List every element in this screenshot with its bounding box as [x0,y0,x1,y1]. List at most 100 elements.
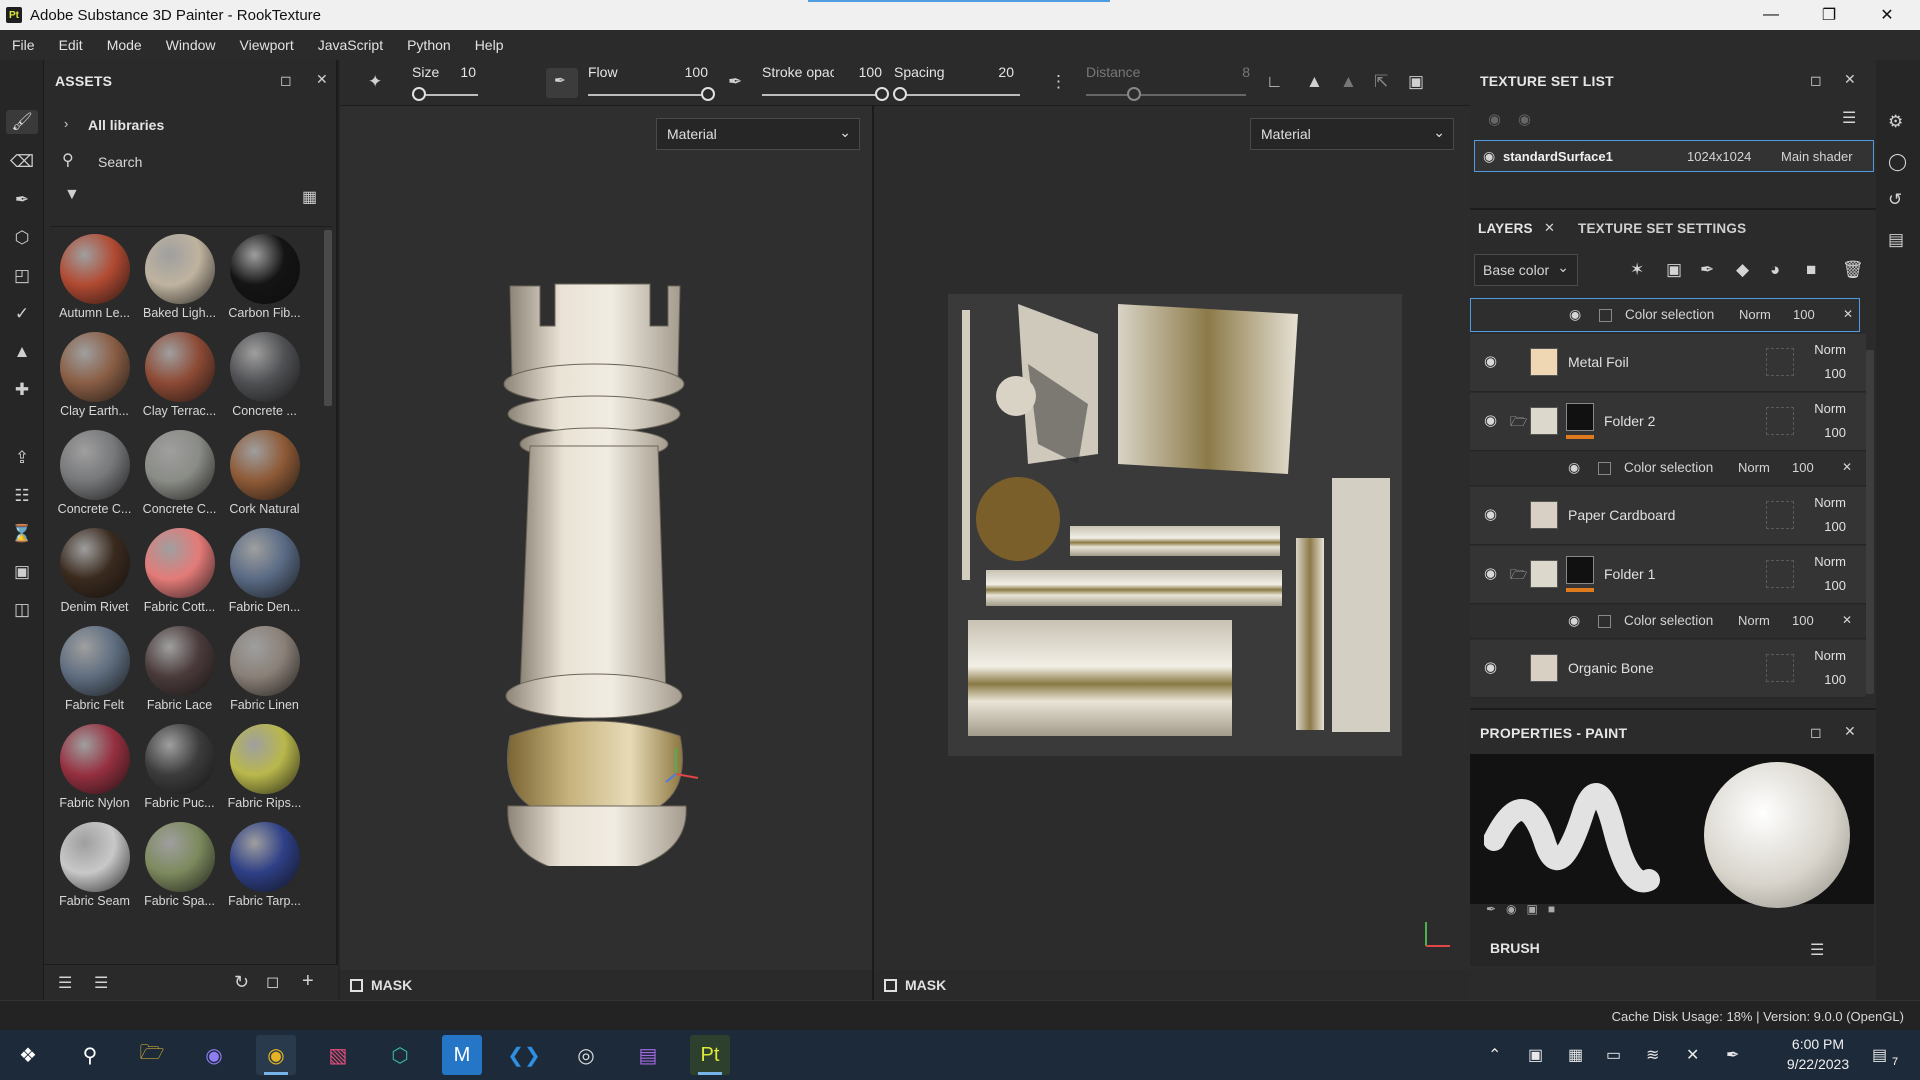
eye-icon[interactable]: ◉ [1568,612,1580,629]
projection-icon[interactable]: ✒ [10,188,34,212]
mute-icon[interactable]: ✕ [1686,1045,1699,1065]
opacity-value[interactable]: 100 [1824,519,1846,534]
polygon-fill-icon[interactable]: ◰ [10,264,34,288]
smart-material-icon[interactable]: ◕ [1770,260,1780,280]
opacity-value[interactable]: 100 [1824,366,1846,381]
blend-mode[interactable]: Norm [1814,495,1846,510]
search-input[interactable]: Search [98,154,318,170]
distance-slider-knob[interactable] [1127,87,1141,101]
blend-mode[interactable]: Norm [1738,460,1770,475]
close-assets-icon[interactable]: ✕ [316,71,328,88]
distance-value[interactable]: 8 [1210,64,1250,80]
asset-tile[interactable]: Fabric Lace [137,620,222,718]
mask-checkbox-3d[interactable] [350,978,363,992]
list-view-icon[interactable]: ☰ [58,973,72,993]
chevron-right-icon[interactable]: › [64,116,68,131]
search-icon[interactable]: ⚲ [70,1035,110,1075]
asset-tile[interactable]: Denim Rivet [52,522,137,620]
file-explorer-icon[interactable]: 🗁 [132,1035,172,1075]
brush-tool-icons[interactable]: ✒ ◉ ▣ ■ [1486,902,1555,916]
blend-mode[interactable]: Norm [1739,307,1771,322]
paint-brush-icon[interactable]: 🖌 [6,110,38,134]
stroke-opacity-value[interactable]: 100 [842,64,882,80]
menu-file[interactable]: File [0,37,47,53]
wifi-icon[interactable]: ≋ [1646,1045,1659,1065]
pen-icon[interactable]: ✒ [1726,1045,1739,1065]
camera-settings-icon[interactable]: ⚙ [1888,112,1903,132]
opacity-value[interactable]: 100 [1793,307,1815,322]
eraser-icon[interactable]: ⌫ [10,150,34,174]
delete-layer-icon[interactable]: 🗑 [1842,260,1864,280]
undock-icon[interactable]: ◻ [1810,72,1822,89]
blend-mode[interactable]: Norm [1814,648,1846,663]
restore-button[interactable]: ❐ [1800,0,1858,30]
refresh-icon[interactable]: ↻ [234,972,249,993]
add-effect-icon[interactable]: ✶ [1630,260,1644,280]
viewport-3d-channel-select[interactable]: Material ⌄ [656,118,860,150]
windows-start-icon[interactable]: ❖ [8,1035,48,1075]
folder-icon[interactable]: 🗁 [1510,564,1527,588]
add-folder-icon[interactable]: ■ [1806,260,1816,280]
assets-scrollbar[interactable] [324,230,332,406]
texture-set-row[interactable]: ◉ standardSurface1 1024x1024 Main shader [1474,140,1874,172]
asset-tile[interactable]: Concrete C... [137,424,222,522]
add-paint-layer-icon[interactable]: ✒ [1700,260,1714,280]
tab-texture-set-settings[interactable]: TEXTURE SET SETTINGS [1578,221,1746,236]
menu-javascript[interactable]: JavaScript [306,37,395,53]
symmetry-axis-icon[interactable]: ▲ [1340,72,1357,92]
notification-icon[interactable]: ▤ [1872,1045,1887,1065]
color-picker-icon[interactable]: ✚ [10,378,34,402]
asset-tile[interactable]: Fabric Linen [222,620,307,718]
remove-effect-icon[interactable]: ✕ [1842,460,1852,474]
visibility-all-icon[interactable]: ◉ [1488,110,1501,128]
display-icon[interactable]: ▦ [1568,1045,1583,1065]
asset-tile[interactable]: Carbon Fib... [222,228,307,326]
blend-mode[interactable]: Norm [1814,401,1846,416]
layer-mask-slot[interactable] [1766,560,1794,588]
uv-texture-map[interactable] [948,294,1402,756]
brush-section-label[interactable]: BRUSH [1490,940,1540,956]
flow-pressure-icon[interactable]: ✒ [728,72,742,92]
opacity-value[interactable]: 100 [1824,672,1846,687]
add-fill-layer-icon[interactable]: ◆ [1736,260,1749,280]
close-layers-icon[interactable]: ✕ [1544,220,1555,236]
blend-mode[interactable]: Norm [1814,342,1846,357]
asset-tile[interactable]: Autumn Le... [52,228,137,326]
asset-tile[interactable]: Clay Terrac... [137,326,222,424]
asset-tile[interactable]: Fabric Rips... [222,718,307,816]
menu-python[interactable]: Python [395,37,463,53]
minimize-button[interactable]: — [1742,0,1800,30]
chrome-icon[interactable]: ◉ [256,1035,296,1075]
layer-row-paper-cardboard[interactable]: ◉ Paper Cardboard Norm 100 [1470,487,1866,545]
opacity-value[interactable]: 100 [1792,613,1814,628]
app-icon-pink[interactable]: ▧ [318,1035,358,1075]
angle-icon[interactable]: ∟ [1266,72,1283,92]
filter-icon[interactable]: ▼ [64,186,80,204]
eye-icon[interactable]: ◉ [1569,306,1581,323]
display-settings-icon[interactable]: ▣ [10,560,34,584]
spacing-slider[interactable] [894,94,1020,96]
remove-effect-icon[interactable]: ✕ [1843,307,1853,321]
menu-window[interactable]: Window [154,37,228,53]
stroke-opacity-knob[interactable] [875,87,889,101]
transform-icon[interactable]: ⇱ [1374,72,1388,92]
eye-icon[interactable]: ◉ [1484,505,1497,523]
clock-time[interactable]: 6:00 PM [1768,1036,1868,1052]
vscode-icon[interactable]: ❮❯ [504,1035,544,1075]
app-icon-clapper[interactable]: ▤ [628,1035,668,1075]
tab-layers[interactable]: LAYERS [1478,221,1533,236]
layer-row-metal-foil[interactable]: ◉ Metal Foil Norm 100 [1470,334,1866,392]
substance-painter-taskbar-icon[interactable]: Pt [690,1035,730,1075]
view-mask-icon[interactable]: ▣ [1408,72,1424,92]
asset-tile[interactable]: Fabric Den... [222,522,307,620]
checkbox[interactable] [1599,309,1612,322]
layer-row-folder-1[interactable]: ◉ 🗁 Folder 1 Norm 100 [1470,546,1866,604]
menu-edit[interactable]: Edit [47,37,95,53]
layer-mask-slot[interactable] [1766,348,1794,376]
clock-date[interactable]: 9/22/2023 [1768,1056,1868,1072]
spacing-slider-knob[interactable] [893,87,908,101]
app-icon-purple[interactable]: ◉ [194,1035,234,1075]
smudge-icon[interactable]: ✓ [10,302,34,326]
distance-slider[interactable] [1086,94,1246,96]
app-icon-m[interactable]: M [442,1035,482,1075]
